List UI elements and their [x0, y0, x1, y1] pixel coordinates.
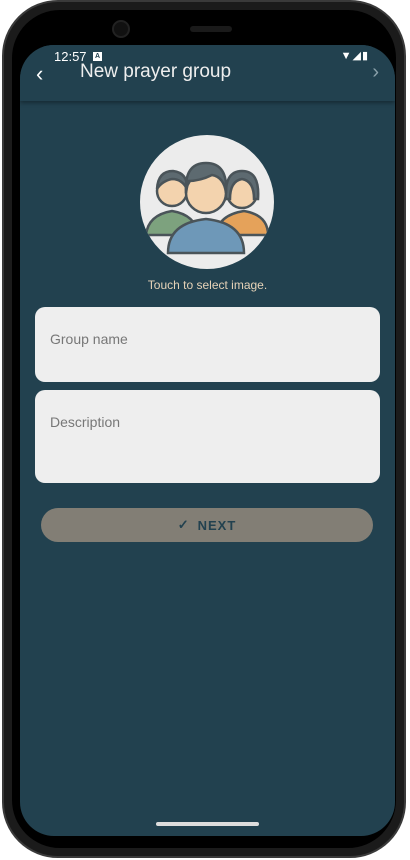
next-button[interactable]: ✓ NEXT: [41, 508, 373, 542]
select-image-hint: Touch to select image.: [147, 278, 268, 292]
app-bar: 12:57 A ▼◢▮ ‹ New prayer group ›: [20, 45, 395, 101]
back-button[interactable]: ‹: [36, 61, 43, 87]
camera: [112, 20, 130, 38]
speaker: [190, 26, 232, 32]
screen: 12:57 A ▼◢▮ ‹ New prayer group › Touch t…: [20, 45, 395, 836]
notification-icon: A: [93, 52, 102, 61]
group-name-placeholder: Group name: [50, 331, 128, 347]
forward-button[interactable]: ›: [372, 61, 379, 84]
status-icons: ▼◢▮: [340, 50, 369, 62]
home-indicator[interactable]: [156, 822, 259, 826]
description-input[interactable]: Description: [35, 390, 380, 483]
page-title: New prayer group: [80, 61, 232, 82]
next-label: NEXT: [197, 517, 237, 533]
group-image-picker[interactable]: [140, 135, 274, 269]
check-icon: ✓: [177, 517, 190, 532]
group-name-input[interactable]: Group name: [35, 307, 380, 382]
description-placeholder: Description: [50, 414, 121, 430]
group-people-icon: [144, 161, 270, 255]
